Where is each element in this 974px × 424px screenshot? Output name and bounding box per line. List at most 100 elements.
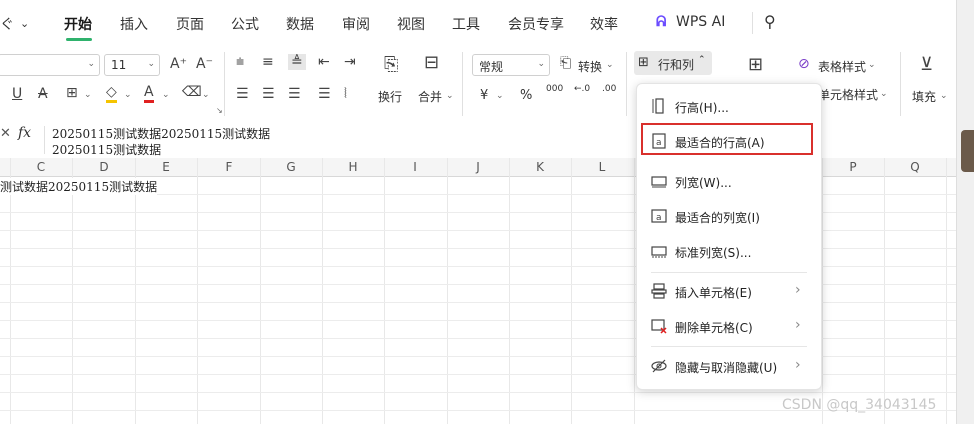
rows-columns-label: 行和列 [658, 58, 695, 72]
tab-home[interactable]: 开始 [64, 14, 92, 34]
column-header[interactable]: J [468, 160, 488, 174]
align-left-icon[interactable]: ☰ [236, 86, 249, 102]
clear-format-icon[interactable]: ⌫ [182, 84, 202, 100]
tab-wps-ai[interactable]: WPS AI [676, 14, 725, 30]
rows-columns-button[interactable]: ⊞ 行和列 ⌃ [634, 51, 712, 75]
border-icon[interactable]: ⊞ [66, 85, 78, 101]
wrap-text-icon[interactable]: ⎘ [384, 54, 398, 75]
menu-item-row-height[interactable]: 行高(H)... [637, 89, 821, 123]
justify-icon[interactable]: ☰ [318, 86, 331, 102]
column-header[interactable]: H [343, 160, 363, 174]
clear-dropdown-icon[interactable]: ⌄ [202, 90, 210, 100]
menu-item-delete-cells[interactable]: 删除单元格(C) › [637, 309, 821, 343]
tab-review[interactable]: 审阅 [342, 14, 370, 34]
font-dialog-launcher-icon[interactable]: ↘ [216, 106, 223, 115]
font-color-icon[interactable]: A [144, 84, 154, 103]
rows-columns-icon: ⊞ [638, 55, 649, 70]
increase-decimal-icon[interactable]: ←.0 [574, 84, 590, 94]
grow-font-button[interactable]: A⁺ [170, 56, 187, 72]
cell-style-button[interactable]: 单元格样式 [818, 86, 878, 103]
menu-item-column-width[interactable]: 列宽(W)... [637, 164, 821, 198]
cell-content[interactable]: 测试数据20250115测试数据 [0, 178, 158, 195]
tab-formula[interactable]: 公式 [231, 14, 259, 34]
fill-down-icon[interactable]: ⊻ [920, 54, 933, 75]
strikethrough-button[interactable]: A [38, 86, 48, 102]
increase-indent-icon[interactable]: ⇥ [344, 54, 356, 70]
table-style-icon[interactable]: ⊘ [798, 56, 810, 72]
avatar[interactable] [961, 130, 974, 172]
column-header[interactable]: F [219, 160, 239, 174]
column-header[interactable]: D [94, 160, 114, 174]
menu-item-label: 行高(H)... [675, 101, 729, 115]
tab-efficiency[interactable]: 效率 [590, 14, 618, 34]
column-header[interactable]: K [530, 160, 550, 174]
convert-button[interactable]: 转换 [578, 58, 602, 75]
menu-item-insert-cells[interactable]: 插入单元格(E) › [637, 274, 821, 308]
percent-button[interactable]: % [520, 88, 532, 103]
convert-dropdown-icon[interactable]: ⌄ [606, 60, 614, 70]
tab-view[interactable]: 视图 [397, 14, 425, 34]
menu-item-standard-column-width[interactable]: 标准列宽(S)... [637, 234, 821, 268]
menu-partial-left[interactable]: ぐ [0, 14, 14, 34]
wrap-text-button[interactable]: 换行 [378, 88, 402, 105]
fill-button[interactable]: 填充 [912, 88, 936, 105]
highlight-annotation [641, 123, 813, 155]
cancel-icon[interactable]: ✕ [0, 126, 11, 141]
svg-text:a: a [656, 213, 662, 223]
merge-dropdown-icon[interactable]: ⌄ [446, 91, 454, 101]
border-dropdown-icon[interactable]: ⌄ [84, 90, 92, 100]
tab-insert[interactable]: 插入 [120, 14, 148, 34]
shrink-font-button[interactable]: A⁻ [196, 56, 213, 72]
font-name-select[interactable]: ⌄ [0, 54, 100, 76]
fill-dropdown-icon[interactable]: ⌄ [124, 90, 132, 100]
worksheet-icon[interactable]: ⊞ [748, 54, 763, 75]
column-header[interactable]: G [281, 160, 301, 174]
number-format-select[interactable]: 常规 ⌄ [472, 54, 550, 76]
font-color-dropdown-icon[interactable]: ⌄ [162, 90, 170, 100]
fill-dropdown-icon[interactable]: ⌄ [940, 91, 948, 101]
table-style-dropdown-icon[interactable]: ⌄ [868, 60, 876, 70]
merge-cells-icon[interactable]: ⊟ [424, 52, 439, 73]
menu-collapse-chevron-icon[interactable]: ⌄ [20, 17, 29, 30]
formula-content-line2[interactable]: 20250115测试数据 [52, 141, 161, 158]
wps-ai-logo-icon: ᕱ [656, 14, 667, 30]
decrease-decimal-icon[interactable]: .00 [602, 84, 616, 94]
ribbon-divider [224, 52, 225, 116]
chevron-right-icon: › [795, 357, 801, 373]
tab-data[interactable]: 数据 [286, 14, 314, 34]
tab-member[interactable]: 会员专享 [508, 14, 564, 34]
menu-item-hide-unhide[interactable]: 隐藏与取消隐藏(U) › [637, 349, 821, 383]
currency-dropdown-icon[interactable]: ⌄ [496, 91, 504, 101]
font-size-select[interactable]: 11 ⌄ [104, 54, 160, 76]
menu-item-autofit-column-width[interactable]: a 最适合的列宽(I) [637, 199, 821, 233]
underline-button[interactable]: U [12, 86, 22, 102]
chevron-down-icon: ⌄ [87, 59, 95, 69]
currency-button[interactable]: ¥ [480, 88, 488, 103]
align-bottom-icon[interactable]: ≜ [288, 54, 306, 70]
active-tab-indicator [66, 38, 92, 41]
tab-tools[interactable]: 工具 [452, 14, 480, 34]
fill-color-icon[interactable]: ◇ [106, 84, 117, 103]
tab-page[interactable]: 页面 [176, 14, 204, 34]
fx-icon[interactable]: fx [18, 125, 31, 141]
search-icon[interactable]: ⚲ [764, 12, 776, 31]
merge-cells-button[interactable]: 合并 [418, 88, 442, 105]
align-center-icon[interactable]: ☰ [262, 86, 275, 102]
decrease-indent-icon[interactable]: ⇤ [318, 54, 330, 70]
column-header[interactable]: Q [905, 160, 925, 174]
thousands-button[interactable]: 000 [546, 84, 563, 94]
column-header[interactable]: C [31, 160, 51, 174]
distributed-icon[interactable]: ⦚ [344, 86, 347, 102]
convert-icon[interactable]: ⎗ [560, 55, 571, 71]
cell-style-dropdown-icon[interactable]: ⌄ [880, 89, 888, 99]
align-top-icon[interactable]: ⩧ [236, 54, 244, 70]
align-right-icon[interactable]: ☰ [288, 86, 301, 102]
column-header[interactable]: E [156, 160, 176, 174]
formula-content-line1[interactable]: 20250115测试数据20250115测试数据 [52, 125, 270, 142]
column-header[interactable]: I [405, 160, 425, 174]
align-middle-icon[interactable]: ≡ [262, 54, 274, 70]
table-style-button[interactable]: 表格样式 [818, 58, 866, 75]
column-header[interactable]: P [843, 160, 863, 174]
menu-divider [752, 12, 753, 34]
column-header[interactable]: L [592, 160, 612, 174]
